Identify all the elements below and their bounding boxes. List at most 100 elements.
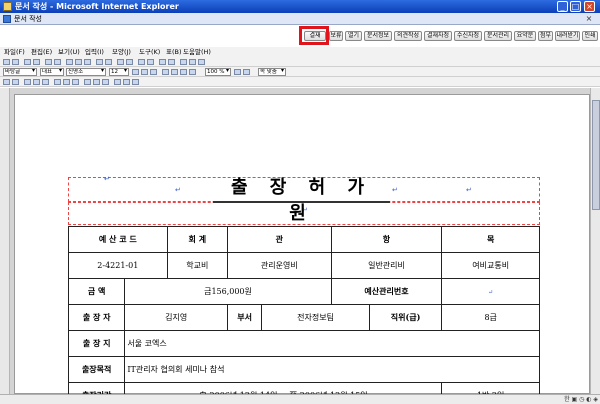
insert-column-icon[interactable]: [63, 79, 70, 85]
print-icon[interactable]: [33, 59, 40, 65]
italic-icon[interactable]: [141, 69, 148, 75]
menu-table[interactable]: 표(B): [166, 47, 182, 57]
attach-button[interactable]: 첨부: [538, 31, 553, 41]
paste-icon[interactable]: [84, 59, 91, 65]
status-bar: 한 ▣ ◷ ◐ ◈: [0, 394, 600, 404]
font-select[interactable]: 신명조: [66, 68, 106, 76]
write-comment-button[interactable]: 의견작성: [394, 31, 422, 41]
paragraph-mark: ↵: [392, 186, 398, 194]
cut-icon[interactable]: [66, 59, 73, 65]
border-icon[interactable]: [84, 79, 91, 85]
menu-help[interactable]: 도움말(H): [183, 47, 211, 57]
language-select[interactable]: 대표: [40, 68, 64, 76]
close-document-icon[interactable]: ×: [584, 14, 594, 24]
save-icon[interactable]: [24, 59, 31, 65]
copy-icon[interactable]: [75, 59, 82, 65]
undo-icon[interactable]: [45, 59, 52, 65]
justify-icon[interactable]: [189, 69, 196, 75]
vertical-ruler: [0, 88, 10, 394]
indent-icon[interactable]: [243, 69, 250, 75]
travel-approval-table: 예 산 코 드 회 계 관 항 목 2-4221-01 학교비 관리운영비 일반…: [67, 226, 540, 404]
fill-icon[interactable]: [93, 79, 100, 85]
window-title: 문서 작성 - Microsoft Internet Explorer: [15, 2, 179, 11]
rank-label: 직위(급): [368, 304, 443, 331]
menu-view[interactable]: 보기(U): [58, 47, 80, 57]
align-right-icon[interactable]: [180, 69, 187, 75]
insert-row-icon[interactable]: [54, 79, 61, 85]
amount-cell[interactable]: 금156,000원: [124, 278, 332, 305]
hanja-icon[interactable]: [168, 59, 175, 65]
open-button[interactable]: 열기: [345, 31, 362, 41]
doc-manage-button[interactable]: 문서관리: [484, 31, 512, 41]
item-cell[interactable]: 일반관리비: [330, 252, 443, 279]
redo-icon[interactable]: [54, 59, 61, 65]
pen-icon[interactable]: [3, 79, 10, 85]
table-row: 출 장 자 김지영 부서 전자정보팀 직위(급) 8급: [67, 304, 540, 331]
chart-icon[interactable]: [138, 59, 145, 65]
view-select[interactable]: 쪽 맞춤: [258, 68, 286, 76]
cell-icon[interactable]: [24, 79, 31, 85]
summary-button[interactable]: 요약문: [514, 31, 536, 41]
budget-code-cell[interactable]: 2-4221-01: [68, 252, 168, 279]
menu-insert[interactable]: 입력(I): [85, 47, 104, 57]
split-cell-icon[interactable]: [42, 79, 49, 85]
line-spacing-icon[interactable]: [234, 69, 241, 75]
maximize-button[interactable]: □: [570, 1, 581, 12]
zoom-select[interactable]: 100 %: [205, 68, 231, 76]
section-cell[interactable]: 관리운영비: [227, 252, 332, 279]
print-button[interactable]: 인쇄: [582, 31, 598, 41]
zoom-icon[interactable]: [198, 59, 205, 65]
spellcheck-icon[interactable]: [105, 59, 112, 65]
budget-mgmt-number-cell[interactable]: ↵: [441, 278, 540, 305]
menu-file[interactable]: 파일(F): [4, 47, 25, 57]
doc-info-button[interactable]: 문서정보: [364, 31, 392, 41]
merge-cell-icon[interactable]: [33, 79, 40, 85]
document-title[interactable]: 출 장 허 가 원: [213, 175, 390, 224]
detail-cell[interactable]: 여비교통비: [441, 252, 540, 279]
formula-icon[interactable]: [114, 79, 121, 85]
account-cell[interactable]: 학교비: [166, 252, 229, 279]
image-icon[interactable]: [126, 59, 133, 65]
traveler-name-cell[interactable]: 김지영: [124, 304, 228, 331]
cell-align-icon[interactable]: [102, 79, 109, 85]
table-props-icon[interactable]: [132, 79, 139, 85]
download-button[interactable]: 내려받기: [555, 31, 580, 41]
approver-setting-button[interactable]: 결재자정: [424, 31, 452, 41]
page-setup-icon[interactable]: [180, 59, 187, 65]
department-cell[interactable]: 전자정보팀: [261, 304, 370, 331]
font-size-select[interactable]: 12: [109, 68, 129, 76]
underline-icon[interactable]: [150, 69, 157, 75]
hold-button[interactable]: 보류: [329, 31, 343, 41]
symbol-icon[interactable]: [159, 59, 166, 65]
menu-tools[interactable]: 도구(K): [139, 47, 160, 57]
close-window-button[interactable]: ×: [584, 1, 595, 12]
table-icon[interactable]: [117, 59, 124, 65]
style-select[interactable]: 바탕글: [3, 68, 37, 76]
bold-icon[interactable]: [132, 69, 139, 75]
recipient-setting-button[interactable]: 수신자정: [454, 31, 482, 41]
menu-edit[interactable]: 편집(E): [31, 47, 52, 57]
new-icon[interactable]: [3, 59, 10, 65]
purpose-cell[interactable]: IT관리자 협의회 세미나 참석: [124, 356, 540, 383]
detail-header: 목: [441, 226, 540, 253]
menu-format[interactable]: 모양(J): [112, 47, 131, 57]
scrollbar-thumb[interactable]: [592, 100, 600, 210]
vertical-scrollbar[interactable]: [590, 88, 600, 394]
open-icon[interactable]: [12, 59, 19, 65]
find-icon[interactable]: [96, 59, 103, 65]
align-center-icon[interactable]: [171, 69, 178, 75]
preview-icon[interactable]: [189, 59, 196, 65]
eraser-icon[interactable]: [12, 79, 19, 85]
align-left-icon[interactable]: [162, 69, 169, 75]
system-tray[interactable]: 한 ▣ ◷ ◐ ◈: [564, 396, 598, 404]
purpose-label: 출장목적: [67, 356, 126, 383]
account-header: 회 계: [166, 226, 229, 253]
draw-icon[interactable]: [147, 59, 154, 65]
document-subtitlebar: 문서 작성 ×: [0, 13, 600, 25]
rank-cell[interactable]: 8급: [441, 304, 540, 331]
delete-row-icon[interactable]: [72, 79, 79, 85]
destination-cell[interactable]: 서울 코엑스: [124, 330, 540, 357]
document-icon: [3, 15, 11, 23]
sort-icon[interactable]: [123, 79, 130, 85]
minimize-button[interactable]: _: [557, 1, 568, 12]
